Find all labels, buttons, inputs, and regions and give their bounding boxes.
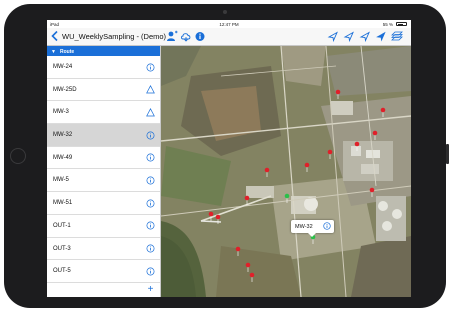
info-circle-icon[interactable] xyxy=(146,153,155,162)
route-item[interactable]: OUT-1 xyxy=(47,215,160,238)
route-item[interactable]: MW-32 xyxy=(47,124,160,147)
route-item[interactable]: MW-49 xyxy=(47,147,160,170)
battery-label: 55 % xyxy=(382,21,393,27)
sidebar: ▼ Route MW-24 MW-25D MW-3 MW-32 MW-49 MW-5 MW-… xyxy=(47,46,161,297)
route-item-label: MW-49 xyxy=(53,154,73,161)
route-item-label: MW-3 xyxy=(53,109,69,116)
info-circle-icon[interactable] xyxy=(323,222,331,230)
screen: iPad 12:47 PM 55 % WU_WeeklySampling - (… xyxy=(47,20,411,297)
side-button xyxy=(446,144,449,164)
route-item[interactable]: OUT-5 xyxy=(47,260,160,283)
info-circle-icon[interactable] xyxy=(146,199,155,208)
collapse-triangle-icon: ▼ xyxy=(51,48,56,55)
route-item[interactable]: MW-5 xyxy=(47,169,160,193)
info-circle-icon[interactable] xyxy=(146,244,155,253)
route-item-label: MW-32 xyxy=(53,132,73,139)
nav-bar: WU_WeeklySampling - (Demo) xyxy=(47,28,411,46)
warning-triangle-icon[interactable] xyxy=(146,107,155,117)
cloud-sync-icon[interactable] xyxy=(180,30,192,43)
info-circle-icon[interactable] xyxy=(146,221,155,230)
status-bar: iPad 12:47 PM 55 % xyxy=(47,20,411,28)
back-chevron-icon[interactable] xyxy=(50,30,60,42)
route-item-label: MW-51 xyxy=(53,200,73,207)
route-item[interactable]: OUT-3 xyxy=(47,238,160,261)
route-item[interactable]: MW-24 xyxy=(47,56,160,79)
info-circle-icon[interactable] xyxy=(146,63,155,72)
warning-triangle-icon[interactable] xyxy=(146,85,155,94)
map-callout[interactable]: MW-32 xyxy=(291,220,334,237)
add-icon[interactable]: + xyxy=(146,285,155,295)
route-item-label: MW-25D xyxy=(53,86,77,93)
info-circle-icon[interactable] xyxy=(146,267,155,276)
callout-label: MW-32 xyxy=(295,223,313,230)
navigate-arrow-icon[interactable] xyxy=(343,30,355,43)
route-item[interactable]: MW-51 xyxy=(47,192,160,215)
route-item-label: MW-24 xyxy=(53,64,73,70)
camera-icon xyxy=(223,10,227,14)
route-item-label: OUT-1 xyxy=(53,222,71,229)
route-item-label: OUT-3 xyxy=(53,245,71,252)
satellite-map[interactable] xyxy=(161,46,411,297)
tablet-frame: iPad 12:47 PM 55 % WU_WeeklySampling - (… xyxy=(4,4,449,308)
info-circle-icon[interactable] xyxy=(146,131,155,140)
route-section-label: Route xyxy=(60,48,75,55)
battery-icon xyxy=(396,22,407,26)
route-item[interactable]: MW-25D xyxy=(47,79,160,102)
route-list: MW-24 MW-25D MW-3 MW-32 MW-49 MW-5 MW-51 OUT-1 O… xyxy=(47,56,160,283)
navigate-arrow-icon[interactable] xyxy=(359,30,371,43)
clock: 12:47 PM xyxy=(219,21,239,27)
route-item[interactable]: MW-3 xyxy=(47,101,160,125)
location-arrow-icon[interactable] xyxy=(375,30,387,43)
map-view[interactable]: MW-32 xyxy=(161,46,411,297)
route-item-label: OUT-5 xyxy=(53,268,71,275)
route-item-label: MW-5 xyxy=(53,177,69,184)
info-icon[interactable] xyxy=(194,30,206,43)
layers-icon[interactable] xyxy=(391,30,403,43)
route-section-header[interactable]: ▼ Route xyxy=(47,46,160,56)
info-circle-icon[interactable] xyxy=(146,176,155,185)
navigate-arrow-icon[interactable] xyxy=(327,30,339,43)
home-button[interactable] xyxy=(10,148,26,164)
user-share-icon[interactable] xyxy=(166,30,178,43)
page-title: WU_WeeklySampling - (Demo) xyxy=(62,32,167,41)
